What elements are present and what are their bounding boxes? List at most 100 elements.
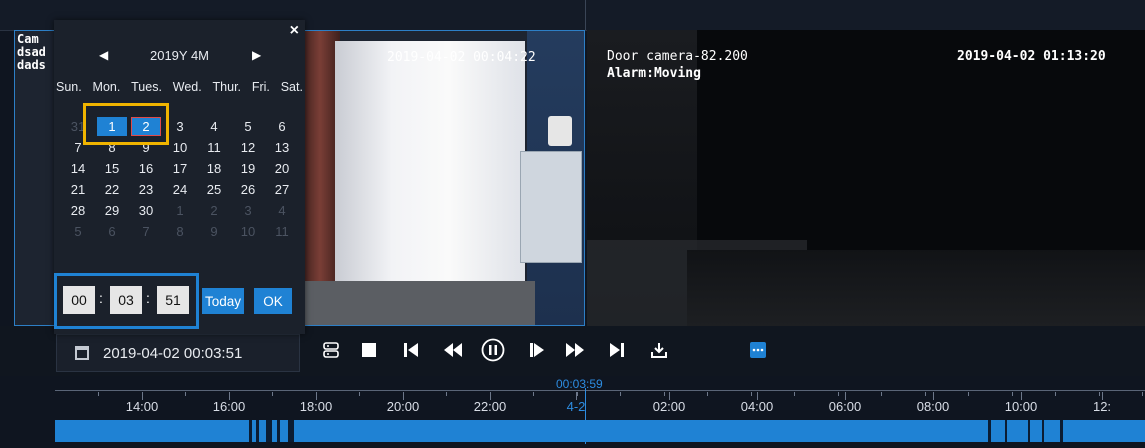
day-cell[interactable]: 9 <box>129 137 163 158</box>
video-window-right[interactable]: Door camera-82.200 Alarm:Moving 2019-04-… <box>587 30 1145 326</box>
day-cell[interactable]: 18 <box>197 158 231 179</box>
day-cell[interactable]: 6 <box>95 221 129 242</box>
fast-forward-icon[interactable] <box>562 337 588 363</box>
day-cell[interactable]: 17 <box>163 158 197 179</box>
camera-name: Door camera-82.200 <box>607 49 748 64</box>
date-picker-field[interactable]: 2019-04-02 00:03:51 <box>56 334 300 372</box>
pause-icon[interactable] <box>480 337 506 363</box>
day-cell[interactable]: 26 <box>231 179 265 200</box>
day-cell[interactable]: 10 <box>163 137 197 158</box>
week-row: 28 29 30 1 2 3 4 <box>61 200 299 221</box>
day-cell[interactable]: 3 <box>231 200 265 221</box>
timeline-minor-tick <box>794 392 795 396</box>
split-view-icon[interactable] <box>318 337 344 363</box>
camera-label: Cam dsad dads <box>17 32 46 72</box>
day-cell[interactable]: 22 <box>95 179 129 200</box>
close-icon[interactable]: × <box>290 22 299 40</box>
osd-timestamp: 2019-04-02 01:13:20 <box>957 49 1106 64</box>
hour-field[interactable]: 00 <box>63 286 95 314</box>
skip-end-icon[interactable] <box>604 337 630 363</box>
recording-bar[interactable] <box>55 420 1145 442</box>
day-cell[interactable]: 30 <box>129 200 163 221</box>
recording-gap <box>1028 420 1030 442</box>
stop-icon[interactable] <box>356 337 382 363</box>
weekday-label: Sat. <box>280 80 303 94</box>
day-cell[interactable]: 7 <box>129 221 163 242</box>
timeline-minor-tick <box>925 392 926 396</box>
today-button[interactable]: Today <box>202 288 244 314</box>
ok-button[interactable]: OK <box>254 288 292 314</box>
day-cell[interactable]: 21 <box>61 179 95 200</box>
timeline-label: 08:00 <box>916 399 950 414</box>
recording-gap <box>1005 420 1007 442</box>
timeline-minor-tick <box>1099 392 1100 396</box>
day-cell[interactable]: 25 <box>197 179 231 200</box>
timeline-minor-tick <box>533 392 534 396</box>
weekday-label: Tues. <box>131 80 162 94</box>
day-cell[interactable]: 20 <box>265 158 299 179</box>
day-cell[interactable]: 24 <box>163 179 197 200</box>
timeline-minor-tick <box>403 392 404 396</box>
recording-gap <box>988 420 991 442</box>
prev-month-icon[interactable]: ◀ <box>99 48 108 62</box>
day-cell[interactable]: 5 <box>231 116 265 137</box>
timeline-axis <box>55 390 1145 391</box>
recording-gap <box>277 420 280 442</box>
day-cell[interactable]: 1 <box>163 200 197 221</box>
day-cell[interactable]: 2 <box>131 117 161 136</box>
timeline-label: 06:00 <box>828 399 862 414</box>
day-cell[interactable]: 7 <box>61 137 95 158</box>
timeline-minor-tick <box>142 392 143 396</box>
day-cell[interactable]: 31 <box>61 116 95 137</box>
day-cell[interactable]: 5 <box>61 221 95 242</box>
day-cell[interactable]: 11 <box>265 221 299 242</box>
day-cell[interactable]: 23 <box>129 179 163 200</box>
day-cell[interactable]: 15 <box>95 158 129 179</box>
next-month-icon[interactable]: ▶ <box>252 48 261 62</box>
timeline-minor-tick <box>316 392 317 396</box>
timeline-label: 16:00 <box>212 399 246 414</box>
day-cell[interactable]: 19 <box>231 158 265 179</box>
day-cell[interactable]: 8 <box>95 137 129 158</box>
timeline-minor-tick <box>577 392 578 396</box>
day-cell[interactable]: 14 <box>61 158 95 179</box>
video-scenery <box>520 151 582 263</box>
time-separator: : <box>146 290 150 306</box>
day-cell[interactable]: 11 <box>197 137 231 158</box>
more-options-icon[interactable] <box>745 337 771 363</box>
day-cell[interactable]: 27 <box>265 179 299 200</box>
day-cell[interactable]: 2 <box>197 200 231 221</box>
rewind-icon[interactable] <box>440 337 466 363</box>
day-cell[interactable]: 6 <box>265 116 299 137</box>
minute-field[interactable]: 03 <box>110 286 142 314</box>
weekday-label: Fri. <box>251 80 270 94</box>
timeline-minor-tick <box>359 392 360 396</box>
video-scenery <box>548 116 572 146</box>
day-cell[interactable]: 4 <box>265 200 299 221</box>
day-cell[interactable]: 8 <box>163 221 197 242</box>
day-cell[interactable]: 29 <box>95 200 129 221</box>
timeline-minor-tick <box>1055 392 1056 396</box>
timeline-minor-tick <box>446 392 447 396</box>
timeline-minor-tick <box>664 392 665 396</box>
day-cell[interactable]: 1 <box>97 117 127 136</box>
day-cell[interactable]: 12 <box>231 137 265 158</box>
day-cell[interactable]: 16 <box>129 158 163 179</box>
step-forward-icon[interactable] <box>524 337 550 363</box>
day-cell[interactable]: 9 <box>197 221 231 242</box>
skip-start-icon[interactable] <box>398 337 424 363</box>
day-cell[interactable]: 10 <box>231 221 265 242</box>
timeline-cursor-time: 00:03:59 <box>556 377 603 391</box>
day-cell[interactable]: 13 <box>265 137 299 158</box>
date-picker-popup: × ◀ 2019Y 4M ▶ Sun. Mon. Tues. Wed. Thur… <box>54 20 305 334</box>
timeline-minor-tick <box>751 392 752 396</box>
second-field[interactable]: 51 <box>157 286 189 314</box>
day-cell[interactable]: 3 <box>163 116 197 137</box>
day-cell[interactable]: 28 <box>61 200 95 221</box>
day-cell[interactable]: 4 <box>197 116 231 137</box>
recording-gap <box>249 420 252 442</box>
week-row: 14 15 16 17 18 19 20 <box>61 158 299 179</box>
video-scenery <box>687 250 1145 326</box>
download-icon[interactable] <box>646 337 672 363</box>
recording-gap <box>266 420 272 442</box>
